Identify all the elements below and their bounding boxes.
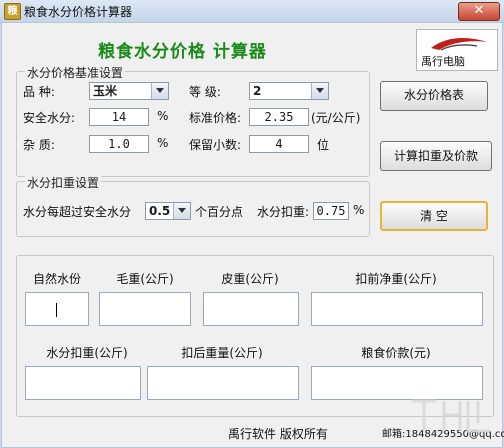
clear-button[interactable]: 清 空 — [380, 201, 488, 231]
decimals-input[interactable]: 4 — [249, 135, 309, 153]
main-window: 粮食水分价格 计算器 禹行电脑 水分价格基准设置 品 种: 玉米 等 级: 2 … — [1, 22, 504, 448]
chevron-down-icon[interactable] — [151, 83, 168, 99]
grain-icon[interactable]: 粮 — [4, 3, 21, 20]
tare-weight-label: 皮重(公斤) — [221, 272, 279, 286]
calculate-button[interactable]: 计算扣重及价款 — [380, 141, 492, 171]
weight-after-label: 扣后重量(公斤) — [181, 346, 263, 360]
safe-moisture-unit: % — [157, 109, 169, 123]
net-before-label: 扣前净重(公斤) — [355, 272, 437, 286]
safe-moisture-input[interactable]: 14 — [89, 108, 149, 126]
deduct-input[interactable]: 0.75 — [313, 202, 349, 220]
grain-payment-label: 粮食价款(元) — [361, 346, 431, 360]
chevron-down-icon[interactable] — [173, 203, 190, 219]
copyright-text: 禹行软件 版权所有 — [228, 427, 328, 441]
impurity-label: 杂 质: — [23, 138, 55, 152]
standard-price-label: 标准价格: — [189, 111, 242, 125]
natural-moisture-input[interactable] — [25, 292, 89, 326]
logo-text: 禹行电脑 — [421, 55, 465, 68]
variety-select[interactable]: 玉米 — [89, 82, 169, 100]
exceed-select[interactable]: 0.5 — [145, 202, 191, 220]
standard-price-unit: (元/公斤) — [311, 111, 361, 125]
deduction-settings-group: 水分扣重设置 水分每超过安全水分 0.5 个百分点 水分扣重: 0.75 % — [16, 174, 370, 237]
gross-weight-label: 毛重(公斤) — [116, 272, 174, 286]
grade-label: 等 级: — [189, 85, 221, 99]
base-settings-title: 水分价格基准设置 — [25, 64, 126, 81]
grade-select[interactable]: 2 — [249, 82, 329, 100]
moisture-deduct-output — [25, 366, 141, 400]
moisture-deduct-label: 水分扣重(公斤) — [46, 346, 128, 360]
base-settings-group: 水分价格基准设置 品 种: 玉米 等 级: 2 安全水分: 14 % 标准价格:… — [16, 64, 370, 177]
deduct-unit: % — [353, 203, 365, 217]
grade-value: 2 — [253, 84, 262, 98]
app-heading: 粮食水分价格 计算器 — [98, 42, 267, 62]
window-title: 粮食水分价格计算器 — [24, 5, 133, 19]
title-bar: 粮 粮食水分价格计算器 ✕ — [0, 0, 504, 23]
decimals-unit: 位 — [317, 138, 330, 152]
net-before-output — [311, 292, 483, 326]
standard-price-input[interactable]: 2.35 — [249, 108, 309, 126]
variety-label: 品 种: — [23, 85, 55, 99]
deduction-settings-title: 水分扣重设置 — [25, 174, 102, 191]
natural-moisture-label: 自然水份 — [32, 272, 81, 286]
text-cursor — [56, 303, 57, 317]
exceed-label: 水分每超过安全水分 — [23, 205, 132, 219]
safe-moisture-label: 安全水分: — [23, 111, 76, 125]
variety-value: 玉米 — [93, 84, 118, 98]
tare-weight-input[interactable] — [203, 292, 299, 326]
company-logo: 禹行电脑 — [416, 29, 498, 71]
deduct-label: 水分扣重: — [257, 205, 310, 219]
price-table-button[interactable]: 水分价格表 — [380, 81, 488, 111]
close-button[interactable]: ✕ — [458, 2, 500, 21]
exceed-value: 0.5 — [149, 204, 171, 218]
impurity-unit: % — [157, 136, 169, 150]
download-watermark-logo — [412, 399, 490, 433]
chevron-down-icon[interactable] — [311, 83, 328, 99]
exceed-unit: 个百分点 — [195, 205, 244, 219]
weight-after-output — [147, 366, 299, 400]
impurity-input[interactable]: 1.0 — [89, 135, 149, 153]
decimals-label: 保留小数: — [189, 138, 242, 152]
gross-weight-input[interactable] — [99, 292, 191, 326]
